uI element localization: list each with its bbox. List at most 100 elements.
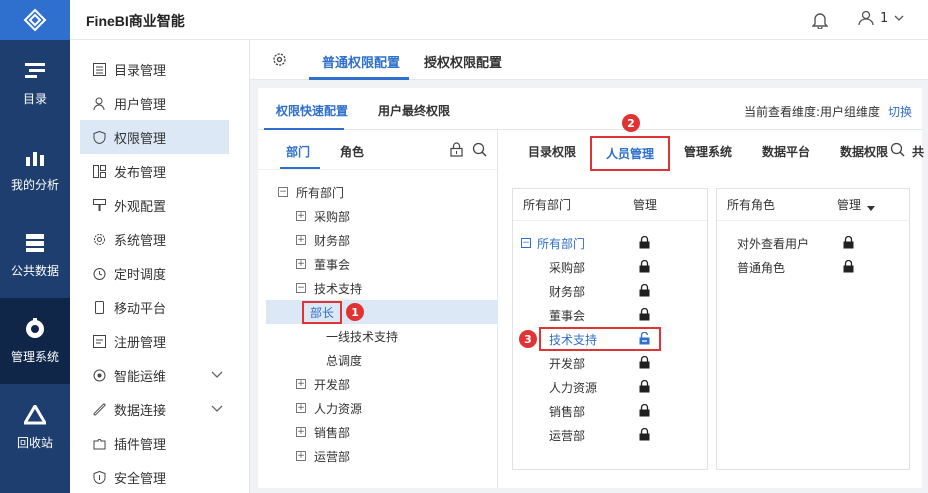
- department-row[interactable]: 董事会: [513, 303, 707, 327]
- logo-icon: [23, 8, 47, 32]
- lock-icon[interactable]: [639, 379, 650, 396]
- expand-icon[interactable]: +: [296, 403, 306, 413]
- caret-down-icon[interactable]: [867, 201, 875, 215]
- expand-icon[interactable]: +: [296, 427, 306, 437]
- department-row-root[interactable]: − 所有部门: [513, 231, 707, 255]
- tab-user-manage[interactable]: 人员管理: [590, 136, 671, 171]
- tab-quick-config[interactable]: 权限快速配置: [276, 102, 348, 119]
- tree-node[interactable]: − 技术支持: [278, 276, 498, 300]
- lock-settings-icon[interactable]: [449, 142, 464, 160]
- highlight-box: 部长: [302, 300, 343, 324]
- department-row[interactable]: 采购部: [513, 255, 707, 279]
- lock-icon[interactable]: [639, 427, 650, 444]
- lock-icon[interactable]: [639, 403, 650, 420]
- department-row-highlighted[interactable]: 3 技术支持: [513, 327, 707, 351]
- lock-icon[interactable]: [639, 355, 650, 372]
- menu-data-connect[interactable]: 数据连接: [70, 392, 249, 426]
- tree-node[interactable]: + 运营部: [278, 444, 498, 468]
- expand-icon[interactable]: +: [296, 235, 306, 245]
- tree-node[interactable]: + 采购部: [278, 204, 498, 228]
- department-name: 开发部: [549, 356, 586, 371]
- tree-node[interactable]: 一线技术支持: [278, 324, 498, 348]
- lock-icon[interactable]: [639, 283, 650, 300]
- tree-node[interactable]: + 销售部: [278, 420, 498, 444]
- user-icon: [92, 96, 106, 110]
- tree-node-root[interactable]: − 所有部门: [278, 180, 498, 204]
- rail-recycle[interactable]: 回收站: [0, 384, 70, 470]
- department-row[interactable]: 财务部: [513, 279, 707, 303]
- search-icon[interactable]: [890, 142, 905, 160]
- rail-manage[interactable]: 管理系统: [0, 298, 70, 384]
- rail-analysis[interactable]: 我的分析: [0, 126, 70, 212]
- department-row[interactable]: 销售部: [513, 399, 707, 423]
- gear-icon[interactable]: [272, 52, 287, 70]
- rail-catalog[interactable]: 目录: [0, 40, 70, 126]
- tab-role[interactable]: 角色: [340, 143, 364, 160]
- menu-user-manage[interactable]: 用户管理: [70, 86, 249, 120]
- tab-data-platform[interactable]: 数据平台: [762, 143, 810, 160]
- menu-mobile[interactable]: 移动平台: [70, 290, 249, 324]
- tree-node[interactable]: + 人力资源: [278, 396, 498, 420]
- department-row[interactable]: 运营部: [513, 423, 707, 447]
- tree-node[interactable]: + 财务部: [278, 228, 498, 252]
- mobile-icon: [92, 300, 106, 314]
- expand-icon[interactable]: +: [296, 259, 306, 269]
- recycle-icon: [24, 404, 46, 426]
- department-row[interactable]: 开发部: [513, 351, 707, 375]
- menu-security[interactable]: 安全管理: [70, 460, 249, 493]
- tree-node[interactable]: 总调度: [278, 348, 498, 372]
- rail-public-data[interactable]: 公共数据: [0, 212, 70, 298]
- collapse-icon[interactable]: −: [296, 283, 306, 293]
- tree-node-label: 技术支持: [314, 281, 363, 296]
- department-name: 董事会: [549, 308, 586, 323]
- tab-department[interactable]: 部门: [286, 143, 310, 160]
- search-icon[interactable]: [472, 142, 487, 160]
- tree-node-selected[interactable]: 部长 1: [266, 300, 498, 324]
- role-row[interactable]: 对外查看用户: [717, 231, 909, 255]
- menu-schedule[interactable]: 定时调度: [70, 256, 249, 290]
- menu-plugins[interactable]: 插件管理: [70, 426, 249, 460]
- tab-normal-permission[interactable]: 普通权限配置: [322, 52, 400, 71]
- collapse-icon[interactable]: −: [278, 187, 288, 197]
- user-menu[interactable]: 1: [858, 10, 904, 26]
- menu-publish-manage[interactable]: 发布管理: [70, 154, 249, 188]
- menu-appearance[interactable]: 外观配置: [70, 188, 249, 222]
- brush-icon: [92, 198, 106, 212]
- bell-icon[interactable]: [811, 11, 829, 32]
- tab-catalog-permission[interactable]: 目录权限: [528, 143, 576, 160]
- expand-icon[interactable]: +: [296, 379, 306, 389]
- expand-icon[interactable]: +: [296, 211, 306, 221]
- role-row[interactable]: 普通角色: [717, 255, 909, 279]
- role-name: 对外查看用户: [737, 236, 810, 251]
- menu-ops[interactable]: 智能运维: [70, 358, 249, 392]
- expand-icon[interactable]: +: [296, 451, 306, 461]
- tab-final-permission[interactable]: 用户最终权限: [378, 102, 450, 119]
- column-manage[interactable]: 管理: [837, 196, 861, 213]
- lock-icon[interactable]: [639, 307, 650, 324]
- app-logo[interactable]: [0, 0, 70, 40]
- menu-permission-manage[interactable]: 权限管理: [80, 120, 229, 154]
- unlock-icon[interactable]: [639, 331, 651, 348]
- lock-icon[interactable]: [639, 259, 650, 276]
- role-permission-box: 所有角色 管理 对外查看用户 普通角色: [716, 188, 910, 470]
- step-badge: 1: [346, 303, 365, 321]
- lock-icon[interactable]: [843, 235, 854, 252]
- tree-node-label: 人力资源: [314, 401, 363, 416]
- tab-manage-system[interactable]: 管理系统: [684, 143, 732, 160]
- tree-node[interactable]: + 开发部: [278, 372, 498, 396]
- lock-icon[interactable]: [843, 259, 854, 276]
- department-row[interactable]: 人力资源: [513, 375, 707, 399]
- menu-catalog-manage[interactable]: 目录管理: [70, 52, 249, 86]
- app-title: FineBI商业智能: [86, 13, 185, 29]
- tab-auth-permission[interactable]: 授权权限配置: [424, 52, 502, 71]
- rail-manage-label: 管理系统: [10, 349, 59, 364]
- tab-overflow[interactable]: 共: [912, 143, 924, 160]
- switch-link[interactable]: 切换: [888, 105, 912, 119]
- collapse-icon[interactable]: −: [521, 238, 531, 248]
- lock-icon[interactable]: [639, 235, 650, 252]
- department-name: 销售部: [549, 404, 586, 419]
- tab-data-permission[interactable]: 数据权限: [840, 143, 888, 160]
- menu-system-manage[interactable]: 系统管理: [70, 222, 249, 256]
- menu-register[interactable]: 注册管理: [70, 324, 249, 358]
- tree-node[interactable]: + 董事会: [278, 252, 498, 276]
